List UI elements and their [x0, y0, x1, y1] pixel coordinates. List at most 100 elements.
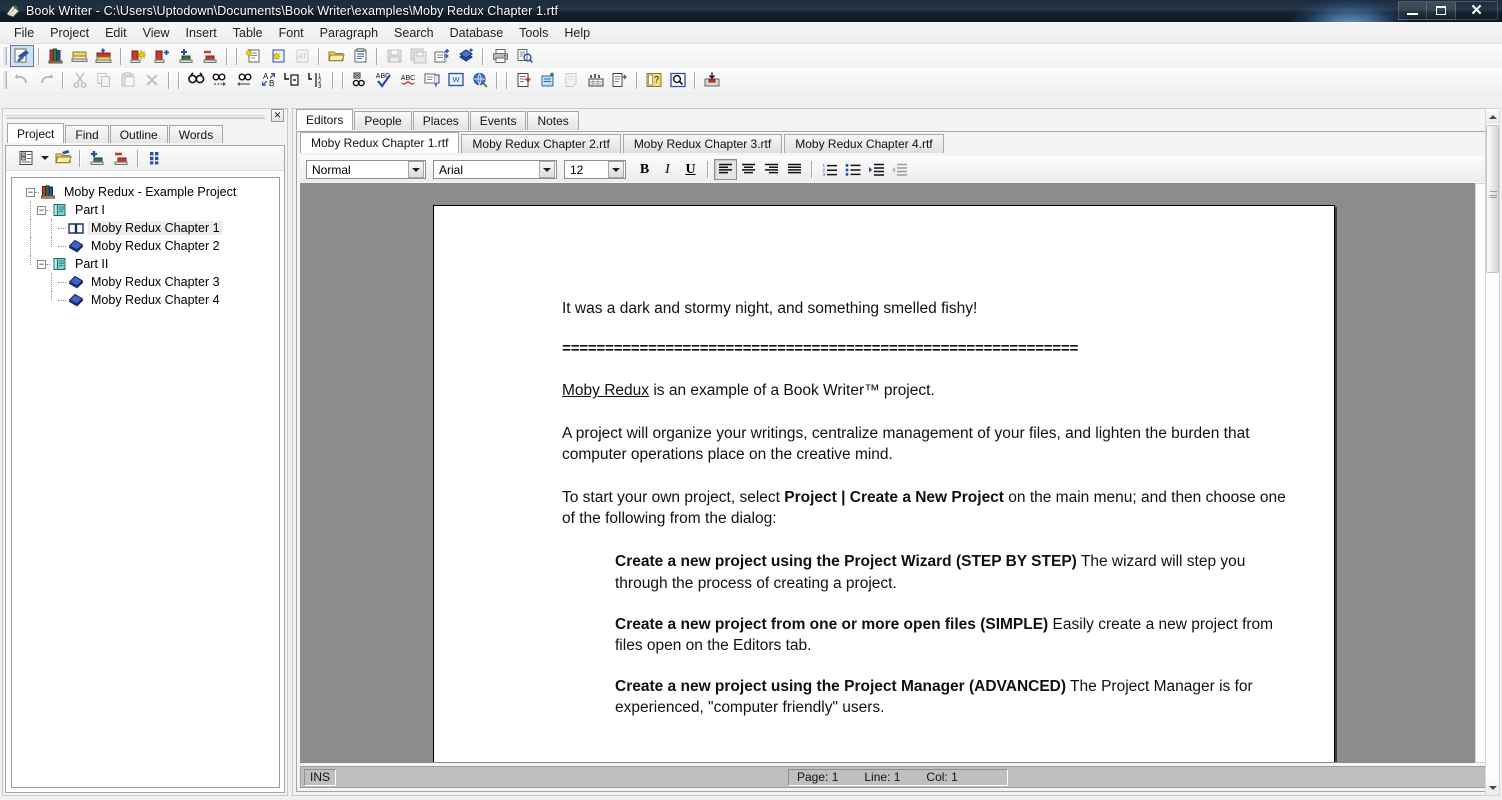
menu-item-insert[interactable]: Insert [177, 24, 224, 42]
find-icon[interactable] [184, 69, 208, 91]
align-right-icon[interactable] [760, 159, 783, 180]
save-all-icon[interactable] [406, 45, 430, 67]
tree-node-chapter-3[interactable]: Moby Redux Chapter 3 [16, 273, 275, 291]
word-count-icon[interactable]: W [444, 69, 468, 91]
doc-tab-chapter-4[interactable]: Moby Redux Chapter 4.rtf [784, 134, 944, 153]
scroll-up-arrow-icon[interactable] [1486, 109, 1499, 124]
project-tree[interactable]: − Moby Redux - Example Project − Part I [11, 177, 280, 788]
tree-node-part-2[interactable]: − Part II [16, 255, 275, 273]
books-icon[interactable] [44, 45, 68, 67]
align-justify-icon[interactable] [783, 159, 806, 180]
delete-icon[interactable] [140, 69, 164, 91]
menu-item-edit[interactable]: Edit [97, 24, 135, 42]
align-left-icon[interactable] [714, 159, 737, 180]
expander-icon[interactable]: − [26, 187, 35, 197]
doc-tab-chapter-1[interactable]: Moby Redux Chapter 1.rtf [300, 132, 460, 153]
find-previous-icon[interactable] [232, 69, 256, 91]
tree-node-part-1[interactable]: − Part I [16, 201, 275, 219]
chevron-down-icon[interactable] [408, 161, 424, 178]
export-icon[interactable] [430, 45, 454, 67]
menu-item-database[interactable]: Database [442, 24, 512, 42]
menu-item-search[interactable]: Search [386, 24, 442, 42]
dropdown-arrow-icon[interactable] [38, 147, 51, 169]
menu-item-file[interactable]: File [6, 24, 42, 42]
print-icon[interactable] [488, 45, 512, 67]
publish-icon[interactable] [454, 45, 478, 67]
book-add-icon[interactable] [92, 45, 116, 67]
tab-people[interactable]: People [354, 111, 412, 130]
save-icon[interactable] [382, 45, 406, 67]
project-view-icon[interactable] [14, 147, 38, 169]
font-family-select[interactable]: Arial [433, 160, 557, 179]
maximize-button[interactable] [1427, 1, 1456, 20]
chevron-down-icon[interactable] [539, 161, 555, 178]
document-page[interactable]: It was a dark and stormy night, and some… [433, 205, 1335, 762]
chevron-down-icon[interactable] [608, 161, 624, 178]
doc-tab-chapter-3[interactable]: Moby Redux Chapter 3.rtf [622, 134, 783, 153]
close-button[interactable]: ✕ [1456, 1, 1498, 20]
tree-node-project[interactable]: − Moby Redux - Example Project [16, 183, 275, 201]
filter-icon[interactable] [608, 69, 632, 91]
expander-icon[interactable]: − [37, 259, 46, 269]
add-record-icon[interactable] [512, 69, 536, 91]
tab-project[interactable]: Project [7, 123, 65, 143]
archive-icon[interactable] [700, 69, 724, 91]
align-center-icon[interactable] [737, 159, 760, 180]
bullet-list-icon[interactable] [841, 159, 864, 180]
minimize-button[interactable] [1398, 1, 1427, 20]
doc-tab-chapter-2[interactable]: Moby Redux Chapter 2.rtf [461, 134, 621, 153]
grammar-icon[interactable] [420, 69, 444, 91]
toolbar-grip[interactable] [2, 47, 7, 65]
tree-node-chapter-1[interactable]: Moby Redux Chapter 1 [16, 219, 275, 237]
new-document-icon[interactable] [242, 45, 266, 67]
tab-places[interactable]: Places [412, 111, 469, 130]
open-project-icon[interactable] [51, 147, 75, 169]
thesaurus-icon[interactable]: ABC [396, 69, 420, 91]
font-size-select[interactable]: 12 [564, 160, 626, 179]
tab-find[interactable]: Find [65, 125, 109, 143]
scrollbar-thumb[interactable] [1486, 125, 1499, 273]
find-next-icon[interactable] [208, 69, 232, 91]
chapter-new-icon[interactable] [126, 45, 150, 67]
open-folder-icon[interactable] [324, 45, 348, 67]
menu-item-project[interactable]: Project [42, 24, 97, 42]
redo-icon[interactable] [34, 69, 58, 91]
spellcheck-icon[interactable]: ABC [372, 69, 396, 91]
underline-button[interactable]: U [679, 159, 702, 180]
menu-item-help[interactable]: Help [556, 24, 598, 42]
remove-item-icon[interactable] [109, 147, 133, 169]
project-open-icon[interactable] [10, 45, 34, 67]
tab-editors[interactable]: Editors [296, 109, 354, 130]
tree-node-chapter-2[interactable]: Moby Redux Chapter 2 [16, 237, 275, 255]
book-stack-icon[interactable] [68, 45, 92, 67]
properties-icon[interactable]: ? [642, 69, 666, 91]
menu-item-table[interactable]: Table [225, 24, 271, 42]
menu-item-paragraph[interactable]: Paragraph [312, 24, 386, 42]
tree-node-chapter-4[interactable]: Moby Redux Chapter 4 [16, 291, 275, 309]
numbered-list-icon[interactable]: 123 [818, 159, 841, 180]
link-icon[interactable] [348, 69, 372, 91]
toolbar-grip-2[interactable] [2, 71, 7, 89]
sort-icon[interactable] [584, 69, 608, 91]
tab-notes[interactable]: Notes [527, 111, 579, 130]
arrange-icon[interactable] [143, 147, 167, 169]
goto-page-icon[interactable] [280, 69, 304, 91]
menu-item-tools[interactable]: Tools [511, 24, 556, 42]
menu-item-font[interactable]: Font [271, 24, 312, 42]
translate-icon[interactable] [468, 69, 492, 91]
add-item-icon[interactable] [85, 147, 109, 169]
clipboard-icon[interactable] [348, 45, 372, 67]
title-bar[interactable]: Book Writer - C:\Users\Uptodown\Document… [0, 0, 1502, 22]
indent-increase-icon[interactable] [864, 159, 887, 180]
document-text[interactable]: It was a dark and stormy night, and some… [434, 206, 1334, 718]
inspect-icon[interactable] [666, 69, 690, 91]
item-add-icon[interactable] [174, 45, 198, 67]
text-document-icon[interactable]: AT [290, 45, 314, 67]
bold-button[interactable]: B [633, 159, 656, 180]
tab-words[interactable]: Words [168, 125, 224, 143]
chapter-add-icon[interactable] [150, 45, 174, 67]
document-scroll-area[interactable]: It was a dark and stormy night, and some… [300, 183, 1490, 763]
undo-icon[interactable] [10, 69, 34, 91]
tab-outline[interactable]: Outline [109, 125, 168, 143]
expander-icon[interactable]: − [37, 205, 46, 215]
